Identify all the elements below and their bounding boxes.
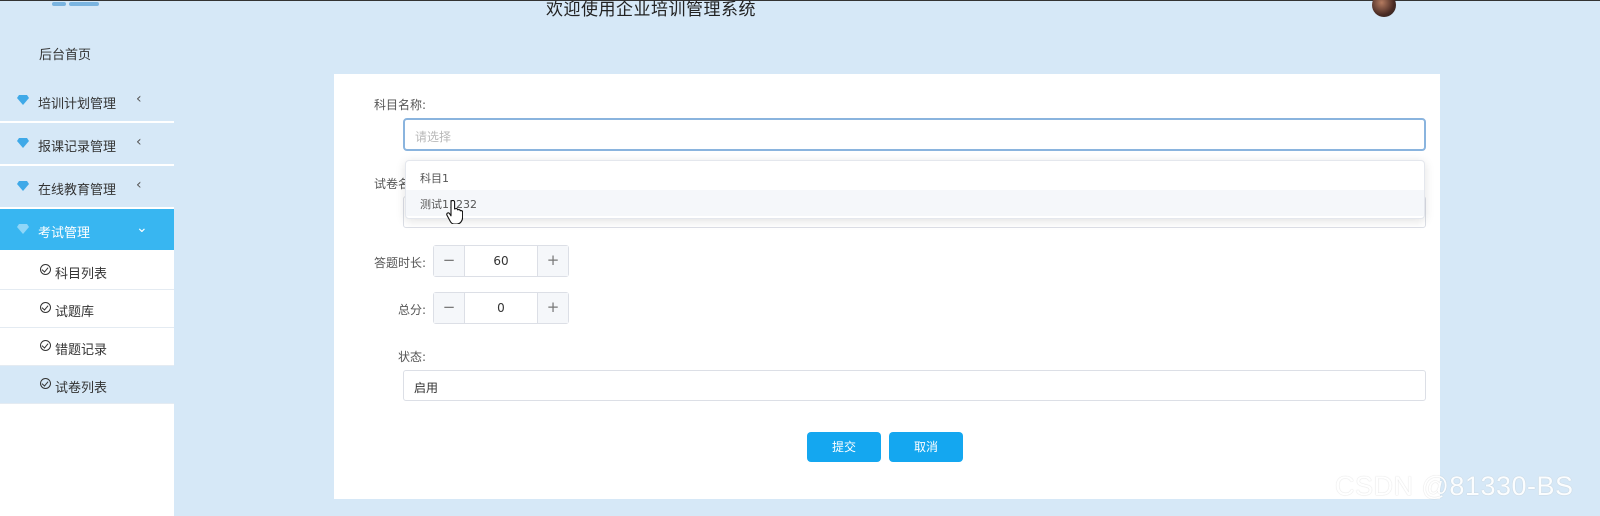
sidebar-item-label: 试卷列表 [55, 381, 108, 396]
subject-select-placeholder: 请选择 [415, 130, 452, 144]
decrement-button[interactable]: − [434, 246, 465, 276]
dropdown-option[interactable]: 测试11232 [406, 190, 1424, 216]
avatar[interactable] [1372, 0, 1396, 17]
sidebar-group-online-education[interactable]: 在线教育管理 ‹ [0, 166, 174, 208]
top-header: 欢迎使用企业培训管理系统 [0, 0, 1600, 20]
status-input[interactable]: 启用 [403, 370, 1426, 401]
dropdown-option-label: 科目1 [420, 172, 449, 185]
sidebar-item-label: 试题库 [55, 305, 95, 320]
chevron-left-icon: ‹ [136, 91, 142, 107]
sidebar-group-label: 考试管理 [38, 226, 91, 241]
sidebar-item-subject-list[interactable]: 科目列表 [0, 252, 174, 290]
sidebar-item-label: 后台首页 [39, 48, 92, 63]
chevron-left-icon: ‹ [136, 134, 142, 150]
subject-select[interactable]: 请选择 [403, 118, 1426, 151]
sidebar-item-label: 科目列表 [55, 267, 108, 282]
chevron-down-icon: ⌄ [136, 220, 148, 236]
duration-stepper[interactable]: − 60 + [433, 245, 569, 277]
sidebar-group-label: 培训计划管理 [38, 97, 117, 112]
duration-label: 答题时长: [374, 256, 427, 270]
sidebar-group-label: 在线教育管理 [38, 183, 117, 198]
sidebar-item-paper-list[interactable]: 试卷列表 [0, 366, 174, 404]
score-label: 总分: [398, 303, 427, 317]
sidebar-group-exam-management[interactable]: 考试管理 ⌄ [0, 209, 174, 251]
sidebar-group-course-records[interactable]: 报课记录管理 ‹ [0, 123, 174, 165]
chevron-left-icon: ‹ [136, 177, 142, 193]
status-value: 启用 [414, 381, 439, 395]
decrement-button[interactable]: − [434, 293, 465, 323]
submit-button[interactable]: 提交 [807, 432, 881, 462]
diamond-icon [17, 138, 29, 148]
logo [52, 0, 122, 6]
check-circle-icon [40, 378, 51, 389]
duration-value[interactable]: 60 [465, 246, 537, 276]
sidebar-item-question-bank[interactable]: 试题库 [0, 290, 174, 328]
score-value[interactable]: 0 [465, 293, 537, 323]
sidebar-item-home[interactable]: 后台首页 [0, 20, 174, 80]
sidebar: 后台首页 培训计划管理 ‹ 报课记录管理 ‹ 在线教育管理 ‹ 考试管理 ⌄ 科… [0, 20, 174, 516]
status-label: 状态: [398, 350, 427, 364]
diamond-icon [17, 95, 29, 105]
page-title: 欢迎使用企业培训管理系统 [546, 0, 756, 20]
sidebar-item-wrong-answers[interactable]: 错题记录 [0, 328, 174, 366]
subject-dropdown: 科目1 测试11232 [405, 160, 1425, 219]
cancel-button[interactable]: 取消 [889, 432, 963, 462]
check-circle-icon [40, 264, 51, 275]
sidebar-group-training-plan[interactable]: 培训计划管理 ‹ [0, 80, 174, 122]
sidebar-group-label: 报课记录管理 [38, 140, 117, 155]
diamond-icon [17, 181, 29, 191]
watermark: CSDN @81330-BS [1335, 471, 1574, 501]
score-stepper[interactable]: − 0 + [433, 292, 569, 324]
check-circle-icon [40, 340, 51, 351]
increment-button[interactable]: + [537, 246, 568, 276]
dropdown-option[interactable]: 科目1 [406, 164, 1424, 190]
diamond-icon [17, 224, 29, 234]
subject-label: 科目名称: [374, 98, 427, 112]
hand-cursor-icon [446, 200, 463, 224]
increment-button[interactable]: + [537, 293, 568, 323]
check-circle-icon [40, 302, 51, 313]
sidebar-item-label: 错题记录 [55, 343, 108, 358]
